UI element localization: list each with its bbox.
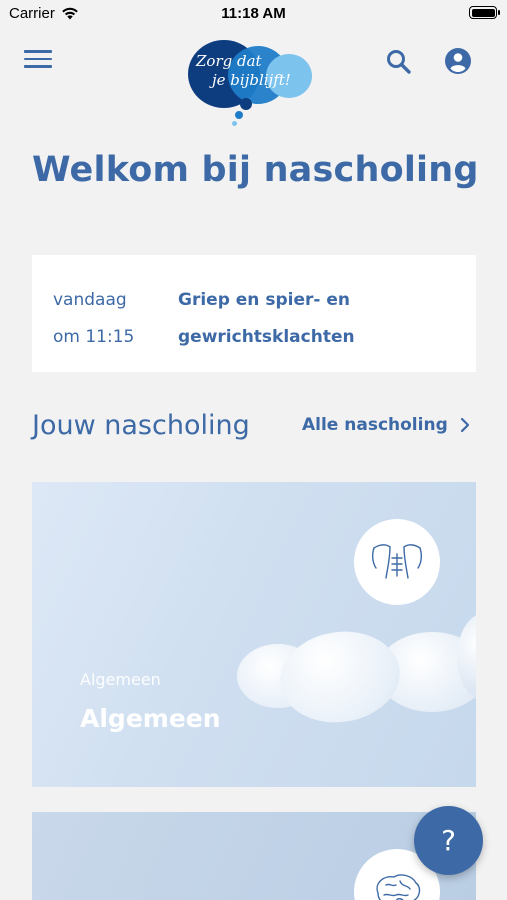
page-title: Welkom bij nascholing	[32, 150, 479, 190]
logo-text: Zorg dat je bijblijft!	[196, 52, 291, 90]
today-time: om 11:15	[53, 327, 135, 347]
search-icon	[387, 50, 411, 74]
torso-icon	[371, 544, 423, 579]
course-card[interactable]	[32, 812, 476, 900]
hamburger-icon	[24, 50, 52, 68]
today-when: vandaag om 11:15	[53, 282, 134, 356]
profile-button[interactable]	[444, 47, 472, 75]
pill-image	[274, 624, 406, 730]
course-title: Algemeen	[80, 704, 221, 733]
course-card[interactable]: Algemeen Algemeen	[32, 482, 476, 787]
chevron-right-icon	[460, 417, 469, 433]
brain-icon	[376, 874, 421, 900]
logo-line-2: je bijblijft!	[212, 71, 291, 89]
card-icon-badge	[354, 519, 440, 605]
account-icon	[445, 48, 471, 74]
course-category: Algemeen	[80, 670, 161, 689]
status-bar: Carrier 11:18 AM	[0, 0, 507, 26]
search-button[interactable]	[385, 48, 413, 76]
menu-button[interactable]	[24, 50, 52, 74]
help-button[interactable]: ?	[414, 806, 483, 875]
all-courses-link[interactable]: Alle nascholing	[302, 415, 470, 435]
help-label: ?	[441, 824, 456, 857]
clock: 11:18 AM	[221, 5, 286, 22]
battery-icon	[469, 6, 500, 19]
all-courses-label: Alle nascholing	[302, 415, 448, 435]
nav-bar: Zorg dat je bijblijft!	[0, 26, 507, 136]
section-title: Jouw nascholing	[32, 410, 250, 441]
today-topic-link[interactable]: Griep en spier- en gewrichtsklachten	[178, 282, 458, 356]
logo-line-1: Zorg dat	[196, 52, 262, 70]
app-logo: Zorg dat je bijblijft!	[186, 40, 318, 140]
today-course-card[interactable]: vandaag om 11:15 Griep en spier- en gewr…	[32, 255, 476, 372]
today-day: vandaag	[53, 290, 127, 310]
